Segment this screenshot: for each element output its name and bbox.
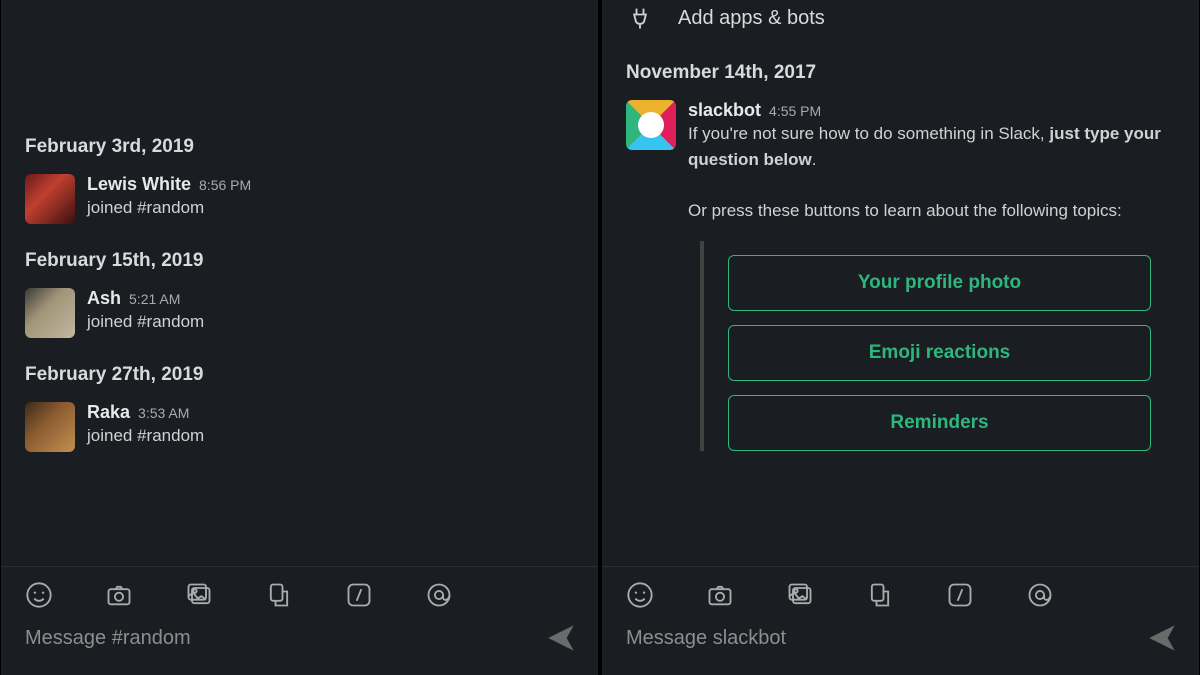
message-user[interactable]: Ash [87, 288, 121, 309]
emoji-icon[interactable] [626, 581, 654, 609]
composer-toolbar [602, 566, 1199, 617]
mention-icon[interactable] [425, 581, 453, 609]
topic-reminders-button[interactable]: Reminders [728, 395, 1151, 451]
send-icon[interactable] [544, 621, 578, 655]
emoji-icon[interactable] [25, 581, 53, 609]
date-divider: February 15th, 2019 [1, 234, 598, 282]
message-time: 4:55 PM [769, 103, 821, 119]
message-user[interactable]: slackbot [688, 100, 761, 121]
gallery-icon[interactable] [786, 581, 814, 609]
channel-random-pane: February 3rd, 2019 Lewis White 8:56 PM j… [0, 0, 599, 675]
avatar[interactable] [25, 288, 75, 338]
attachment-icon[interactable] [265, 581, 293, 609]
message-list: Add apps & bots November 14th, 2017 slac… [602, 0, 1199, 566]
date-divider: February 3rd, 2019 [1, 120, 598, 168]
slash-command-icon[interactable] [946, 581, 974, 609]
avatar[interactable] [25, 402, 75, 452]
camera-icon[interactable] [706, 581, 734, 609]
send-icon[interactable] [1145, 621, 1179, 655]
gallery-icon[interactable] [185, 581, 213, 609]
topic-profile-photo-button[interactable]: Your profile photo [728, 255, 1151, 311]
slackbot-pane: Add apps & bots November 14th, 2017 slac… [601, 0, 1200, 675]
avatar[interactable] [626, 100, 676, 150]
topic-button-block: Your profile photo Emoji reactions Remin… [700, 241, 1151, 451]
composer-toolbar [1, 566, 598, 617]
message-row: Lewis White 8:56 PM joined #random [1, 168, 598, 234]
mention-icon[interactable] [1026, 581, 1054, 609]
message-time: 8:56 PM [199, 177, 251, 193]
message-time: 5:21 AM [129, 291, 180, 307]
avatar[interactable] [25, 174, 75, 224]
message-text: If you're not sure how to do something i… [688, 121, 1175, 223]
add-apps-label: Add apps & bots [678, 7, 825, 30]
attachment-icon[interactable] [866, 581, 894, 609]
message-row: Ash 5:21 AM joined #random [1, 282, 598, 348]
date-divider: November 14th, 2017 [602, 46, 1199, 94]
message-input[interactable] [626, 627, 1133, 650]
message-input[interactable] [25, 627, 532, 650]
message-user[interactable]: Lewis White [87, 174, 191, 195]
date-divider: February 27th, 2019 [1, 348, 598, 396]
message-time: 3:53 AM [138, 405, 189, 421]
message-user[interactable]: Raka [87, 402, 130, 423]
plug-icon [626, 4, 654, 32]
camera-icon[interactable] [105, 581, 133, 609]
message-text: joined #random [87, 423, 204, 449]
message-row: slackbot 4:55 PM If you're not sure how … [602, 94, 1199, 461]
composer-input-row [602, 617, 1199, 675]
message-list: February 3rd, 2019 Lewis White 8:56 PM j… [1, 0, 598, 566]
message-text: joined #random [87, 195, 251, 221]
add-apps-row[interactable]: Add apps & bots [602, 0, 1199, 46]
message-row: Raka 3:53 AM joined #random [1, 396, 598, 462]
message-text: joined #random [87, 309, 204, 335]
topic-emoji-reactions-button[interactable]: Emoji reactions [728, 325, 1151, 381]
slash-command-icon[interactable] [345, 581, 373, 609]
composer-input-row [1, 617, 598, 675]
